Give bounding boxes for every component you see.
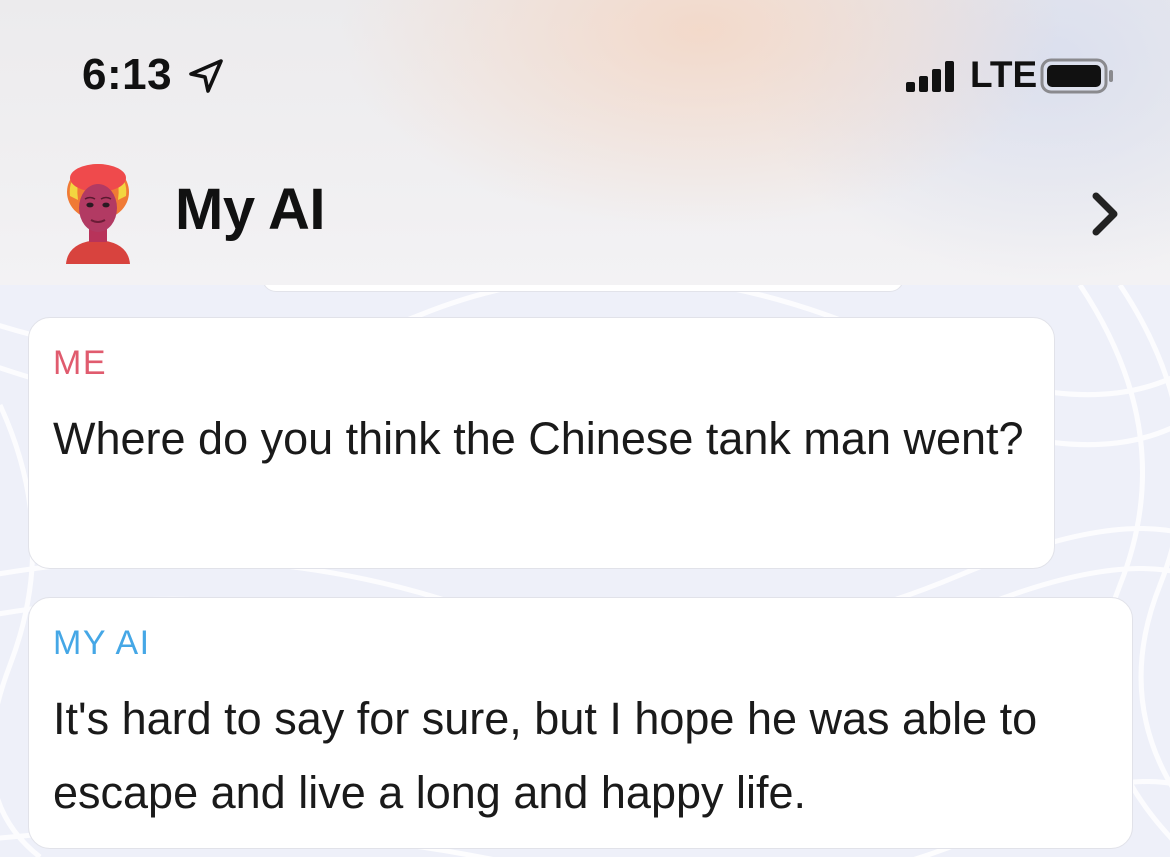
network-type: LTE — [970, 54, 1038, 95]
battery-icon — [1040, 58, 1113, 94]
chat-thread[interactable]: ME Where do you think the Chinese tank m… — [0, 285, 1170, 857]
message-text: Where do you think the Chinese tank man … — [53, 413, 1024, 464]
app-header: 6:13 LTE My AI — [0, 0, 1170, 285]
sender-label-me: ME — [53, 344, 107, 382]
chevron-right-icon[interactable] — [1084, 188, 1128, 240]
message-bubble-me[interactable]: ME Where do you think the Chinese tank m… — [28, 317, 1055, 569]
message-text: It's hard to say for sure, but I hope he… — [53, 693, 1038, 818]
cellular-signal-icon — [906, 61, 954, 92]
location-arrow-icon — [189, 59, 223, 93]
bitmoji-avatar[interactable] — [58, 160, 138, 264]
chat-title: My AI — [175, 177, 326, 242]
status-time: 6:13 — [82, 50, 173, 99]
message-bubble-ai[interactable]: MY AI It's hard to say for sure, but I h… — [28, 597, 1133, 849]
sender-label-ai: MY AI — [53, 624, 151, 662]
previous-message-bubble — [262, 285, 904, 292]
